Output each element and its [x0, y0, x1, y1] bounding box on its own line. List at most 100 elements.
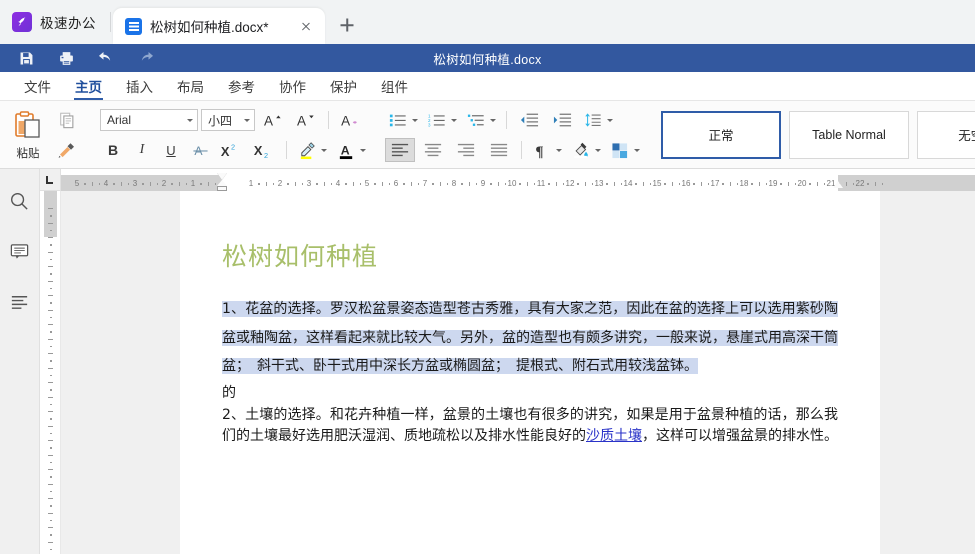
tab-home[interactable]: 主页	[63, 72, 114, 101]
vertical-ruler[interactable]	[40, 191, 61, 554]
ruler-tick-label: 1	[248, 179, 254, 188]
ruler-tick	[729, 182, 731, 186]
tab-collab[interactable]: 协作	[267, 72, 318, 101]
highlighter-icon[interactable]	[294, 138, 320, 162]
font-color-split[interactable]: A	[333, 138, 369, 162]
browser-tab-label: 松树如何种植.docx*	[150, 20, 269, 35]
subscript-button[interactable]: X2	[249, 138, 279, 162]
borders-split[interactable]	[607, 138, 643, 162]
style-normal[interactable]: 正常	[661, 110, 781, 159]
underline-button[interactable]: U	[158, 138, 184, 162]
undo-icon[interactable]	[88, 45, 124, 71]
search-icon[interactable]	[6, 187, 34, 215]
align-right-icon[interactable]	[451, 138, 481, 162]
shading-icon[interactable]	[568, 138, 594, 162]
app-brand[interactable]: 极速办公	[0, 0, 110, 44]
print-icon[interactable]	[48, 45, 84, 71]
line-spacing-icon[interactable]	[580, 108, 606, 132]
pilcrow-icon[interactable]: ¶	[529, 138, 555, 162]
vruler-tick	[50, 490, 52, 493]
clear-formatting-button[interactable]: A	[336, 108, 366, 132]
bullet-list-icon[interactable]	[385, 108, 411, 132]
shading-split[interactable]	[568, 138, 604, 162]
vruler-tick	[48, 396, 53, 398]
vruler-tick	[48, 498, 53, 499]
browser-tab-document[interactable]: 松树如何种植.docx*	[113, 8, 325, 44]
tab-stop-selector[interactable]	[40, 169, 61, 191]
save-icon[interactable]	[8, 45, 44, 71]
chevron-down-icon[interactable]	[607, 118, 613, 122]
vruler-tick	[50, 316, 52, 319]
vruler-tick	[48, 367, 53, 369]
numbered-list-icon[interactable]: 123	[424, 108, 450, 132]
bold-button[interactable]: B	[100, 138, 126, 162]
vruler-tick	[48, 440, 53, 441]
right-indent-marker[interactable]	[833, 181, 843, 188]
redo-icon[interactable]	[128, 45, 164, 71]
chevron-down-icon[interactable]	[634, 148, 640, 152]
align-center-icon[interactable]	[418, 138, 448, 162]
paste-button[interactable]: 粘贴	[6, 105, 50, 165]
multilevel-split[interactable]	[463, 108, 499, 132]
show-marks-split[interactable]: ¶	[529, 138, 565, 162]
highlight-color-split[interactable]	[294, 138, 330, 162]
borders-icon[interactable]	[607, 138, 633, 162]
chevron-down-icon[interactable]	[556, 148, 562, 152]
style-no-spacing[interactable]: 无空格	[917, 110, 975, 159]
numbering-split[interactable]: 123	[424, 108, 460, 132]
ruler-tick	[98, 183, 101, 185]
document-page[interactable]: 松树如何种植 1、花盆的选择。罗汉松盆景姿态造型苍古秀雅，具有大家之范，因此在盆…	[180, 191, 880, 554]
vruler-tick	[48, 382, 53, 383]
paragraph-1[interactable]: 1、花盆的选择。罗汉松盆景姿态造型苍古秀雅，具有大家之范，因此在盆的选择上可以选…	[222, 295, 838, 381]
bullets-split[interactable]	[385, 108, 421, 132]
chevron-down-icon[interactable]	[321, 148, 327, 152]
tab-reference[interactable]: 参考	[216, 72, 267, 101]
vruler-tick	[50, 505, 52, 507]
tab-file[interactable]: 文件	[12, 72, 63, 101]
chevron-down-icon[interactable]	[412, 118, 418, 122]
shrink-font-button[interactable]: A	[291, 108, 321, 132]
comment-icon[interactable]	[6, 237, 34, 265]
ruler-tick-label: 5	[364, 179, 370, 188]
align-justify-icon[interactable]	[484, 138, 514, 162]
paragraph-1-text: 1、花盆的选择。罗汉松盆景姿态造型苍古秀雅，具有大家之范，因此在盆的选择上可以选…	[222, 301, 838, 375]
align-left-icon[interactable]	[385, 138, 415, 162]
outline-icon[interactable]	[6, 287, 34, 315]
font-size-combo[interactable]: 小四	[201, 109, 255, 131]
tab-layout[interactable]: 布局	[165, 72, 216, 101]
tab-component[interactable]: 组件	[369, 72, 420, 101]
multilevel-list-icon[interactable]	[463, 108, 489, 132]
chevron-down-icon[interactable]	[595, 148, 601, 152]
ruler-tick	[84, 183, 86, 185]
grow-font-button[interactable]: A	[258, 108, 288, 132]
font-family-combo[interactable]: Arial	[100, 109, 198, 131]
format-painter-icon[interactable]	[54, 138, 80, 162]
paragraph-2[interactable]: 的	[222, 383, 838, 403]
clipboard-mini-buttons	[50, 108, 84, 162]
plus-icon[interactable]	[333, 11, 361, 39]
line-spacing-split[interactable]	[580, 108, 616, 132]
close-icon[interactable]	[295, 15, 317, 37]
left-indent-marker[interactable]	[217, 173, 227, 180]
paragraph-3[interactable]: 2、土壤的选择。和花卉种植一样，盆景的土壤也有很多的讲究，如果是用于盆景种植的话…	[222, 405, 838, 446]
superscript-button[interactable]: X2	[216, 138, 246, 162]
vruler-tick	[48, 411, 53, 412]
chevron-down-icon[interactable]	[360, 148, 366, 152]
copy-icon[interactable]	[54, 108, 80, 132]
ruler-tick	[207, 182, 209, 186]
chevron-down-icon[interactable]	[490, 118, 496, 122]
font-color-icon[interactable]: A	[333, 138, 359, 162]
ruler-tick-label: 3	[306, 179, 312, 188]
style-table-normal[interactable]: Table Normal	[789, 110, 909, 159]
strikethrough-button[interactable]: A	[187, 138, 213, 162]
horizontal-ruler[interactable]: 5 4 3 2 1 1 2 3 4 5 6 7 8 9 10 11 12 13 14 15 16 17 18 19 20 21 22	[61, 169, 975, 191]
italic-button[interactable]: I	[129, 138, 155, 162]
increase-indent-icon[interactable]	[547, 108, 577, 132]
decrease-indent-icon[interactable]	[514, 108, 544, 132]
hyperlink-sand-soil[interactable]: 沙质土壤	[586, 428, 642, 444]
tab-protect[interactable]: 保护	[318, 72, 369, 101]
vruler-tick	[48, 280, 53, 282]
document-canvas[interactable]: 松树如何种植 1、花盆的选择。罗汉松盆景姿态造型苍古秀雅，具有大家之范，因此在盆…	[61, 191, 975, 554]
tab-insert[interactable]: 插入	[114, 72, 165, 101]
chevron-down-icon[interactable]	[451, 118, 457, 122]
